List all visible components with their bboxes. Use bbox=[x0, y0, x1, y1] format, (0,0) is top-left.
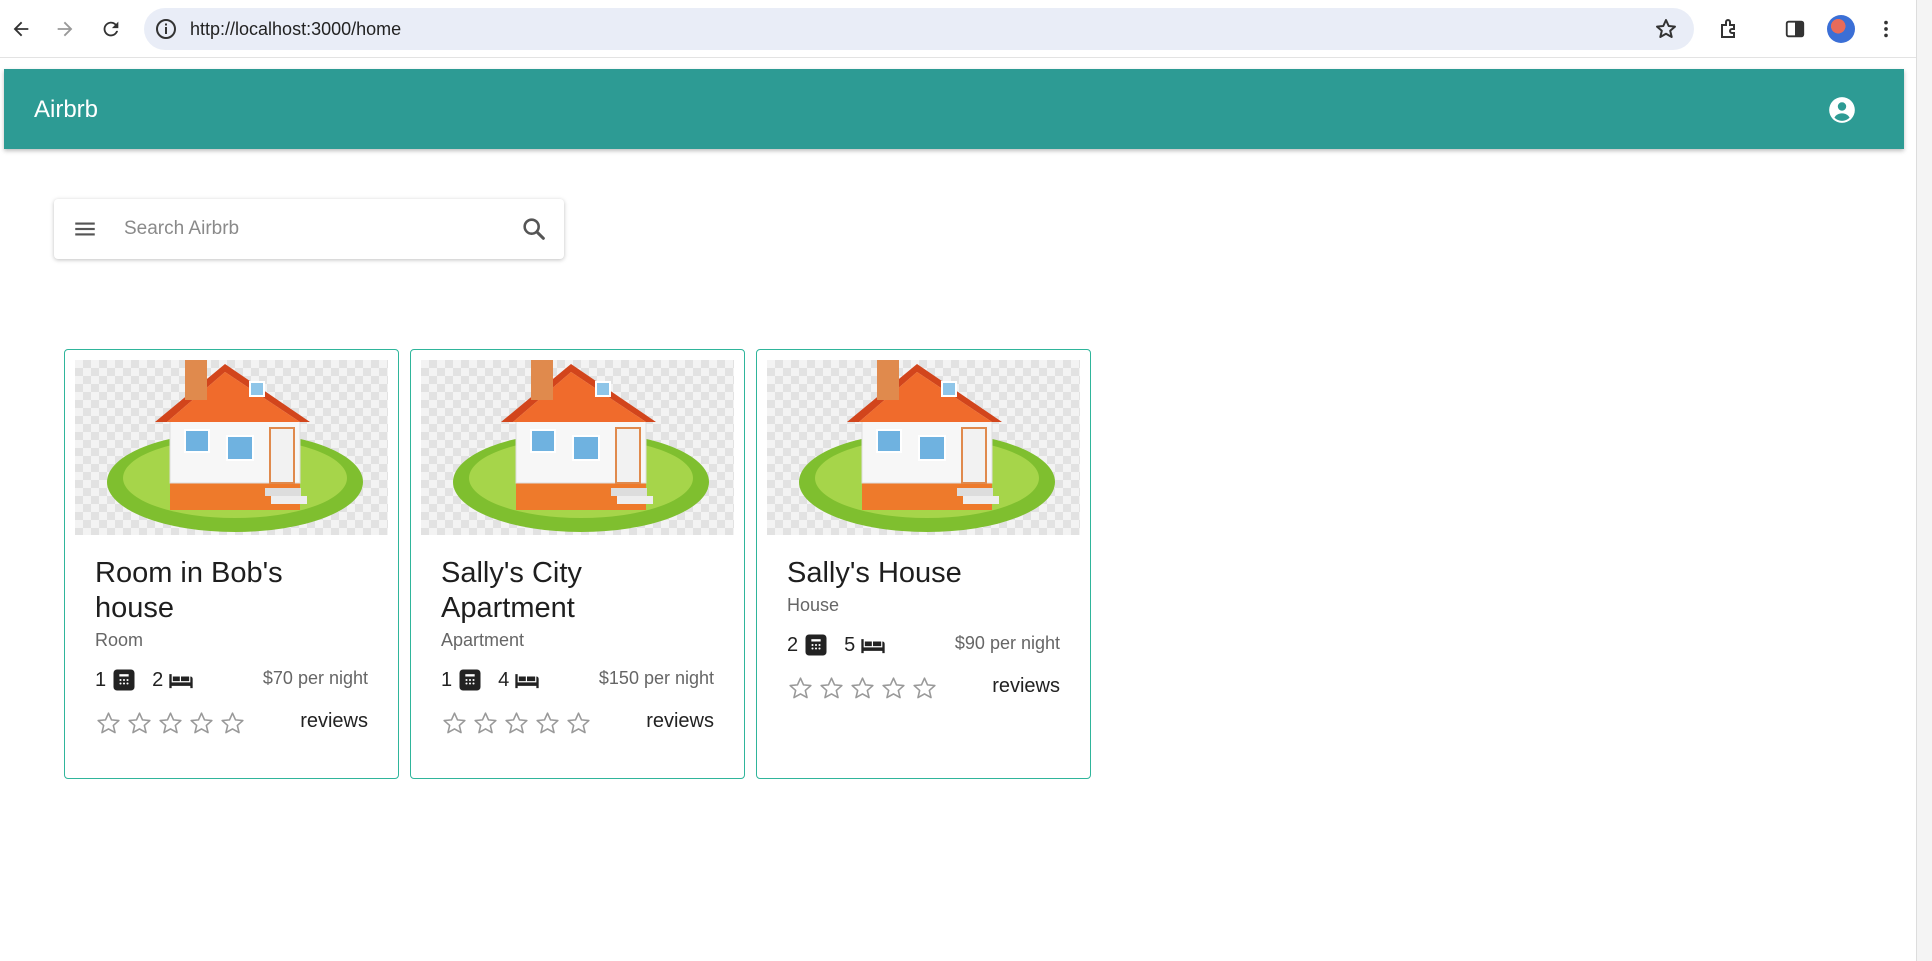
bathroom-count: 2 bbox=[787, 633, 799, 656]
listing-stats: 2 5 bbox=[787, 631, 901, 659]
listing-type: House bbox=[787, 595, 840, 615]
rating-stars bbox=[787, 675, 938, 702]
bathtub-icon bbox=[459, 669, 481, 691]
search-icon[interactable] bbox=[520, 215, 548, 243]
kebab-menu-icon[interactable] bbox=[1871, 14, 1901, 44]
listing-type: Room bbox=[95, 630, 144, 650]
listing-thumbnail bbox=[767, 360, 1080, 535]
app-header: Airbrb bbox=[4, 69, 1904, 149]
bathroom-count: 1 bbox=[441, 668, 453, 691]
listing-title: Sally's House bbox=[787, 557, 962, 589]
bathroom-count: 1 bbox=[95, 668, 107, 691]
star-outline-icon bbox=[97, 712, 120, 734]
bathtub-icon bbox=[113, 669, 135, 691]
house-image bbox=[799, 360, 1055, 532]
search-input[interactable] bbox=[124, 213, 504, 245]
listing-price: $70 per night bbox=[262, 668, 368, 688]
listing-thumbnail bbox=[421, 360, 734, 535]
address-bar[interactable]: http://localhost:3000/home bbox=[144, 8, 1694, 50]
devtools-edge bbox=[1916, 0, 1932, 961]
bed-count: 2 bbox=[152, 668, 164, 691]
house-image bbox=[107, 360, 363, 532]
star-outline-icon bbox=[159, 712, 182, 734]
star-outline-icon bbox=[820, 677, 843, 699]
reviews-link[interactable]: reviews bbox=[992, 675, 1060, 698]
house-image bbox=[453, 360, 709, 532]
listing-title: Sally's City Apartment bbox=[441, 557, 582, 624]
rating-stars bbox=[441, 710, 592, 737]
search-bar bbox=[54, 199, 564, 259]
forward-icon[interactable] bbox=[50, 14, 80, 44]
star-outline-icon bbox=[190, 712, 213, 734]
profile-avatar[interactable] bbox=[1827, 15, 1855, 43]
extensions-icon[interactable] bbox=[1714, 14, 1744, 44]
listing-price: $150 per night bbox=[598, 668, 714, 688]
listing-card[interactable]: Sally's City Apartment Apartment 1 4 $15… bbox=[410, 349, 745, 779]
bathtub-icon bbox=[805, 634, 827, 656]
reviews-link[interactable]: reviews bbox=[300, 710, 368, 733]
star-outline-icon bbox=[443, 712, 466, 734]
bed-icon bbox=[861, 639, 885, 654]
app-title[interactable]: Airbrb bbox=[34, 96, 98, 124]
star-outline-icon bbox=[128, 712, 151, 734]
star-outline-icon bbox=[536, 712, 559, 734]
star-outline-icon bbox=[505, 712, 528, 734]
listing-stats: 1 4 bbox=[441, 666, 555, 694]
star-outline-icon bbox=[882, 677, 905, 699]
star-outline-icon bbox=[789, 677, 812, 699]
back-icon[interactable] bbox=[6, 14, 36, 44]
star-outline-icon bbox=[851, 677, 874, 699]
star-outline-icon bbox=[221, 712, 244, 734]
site-info-icon[interactable] bbox=[154, 17, 178, 41]
listing-title: Room in Bob's house bbox=[95, 557, 283, 624]
reload-icon[interactable] bbox=[96, 14, 126, 44]
bed-count: 4 bbox=[498, 668, 510, 691]
account-circle-icon[interactable] bbox=[1828, 96, 1856, 124]
menu-icon[interactable] bbox=[72, 216, 98, 242]
listing-card[interactable]: Room in Bob's house Room 1 2 $70 per nig… bbox=[64, 349, 399, 779]
bed-icon bbox=[169, 674, 193, 689]
bookmark-star-icon[interactable] bbox=[1654, 17, 1678, 41]
side-panel-icon[interactable] bbox=[1780, 14, 1810, 44]
listing-stats: 1 2 bbox=[95, 666, 209, 694]
rating-stars bbox=[95, 710, 246, 737]
star-outline-icon bbox=[913, 677, 936, 699]
listing-thumbnail bbox=[75, 360, 388, 535]
star-outline-icon bbox=[474, 712, 497, 734]
star-outline-icon bbox=[567, 712, 590, 734]
url-text[interactable]: http://localhost:3000/home bbox=[190, 19, 401, 40]
bed-icon bbox=[515, 674, 539, 689]
listing-type: Apartment bbox=[441, 630, 525, 650]
browser-toolbar: http://localhost:3000/home bbox=[0, 0, 1916, 58]
listing-price: $90 per night bbox=[954, 633, 1060, 653]
listing-card[interactable]: Sally's House House 2 5 $90 per night re… bbox=[756, 349, 1091, 779]
bed-count: 5 bbox=[844, 633, 856, 656]
reviews-link[interactable]: reviews bbox=[646, 710, 714, 733]
